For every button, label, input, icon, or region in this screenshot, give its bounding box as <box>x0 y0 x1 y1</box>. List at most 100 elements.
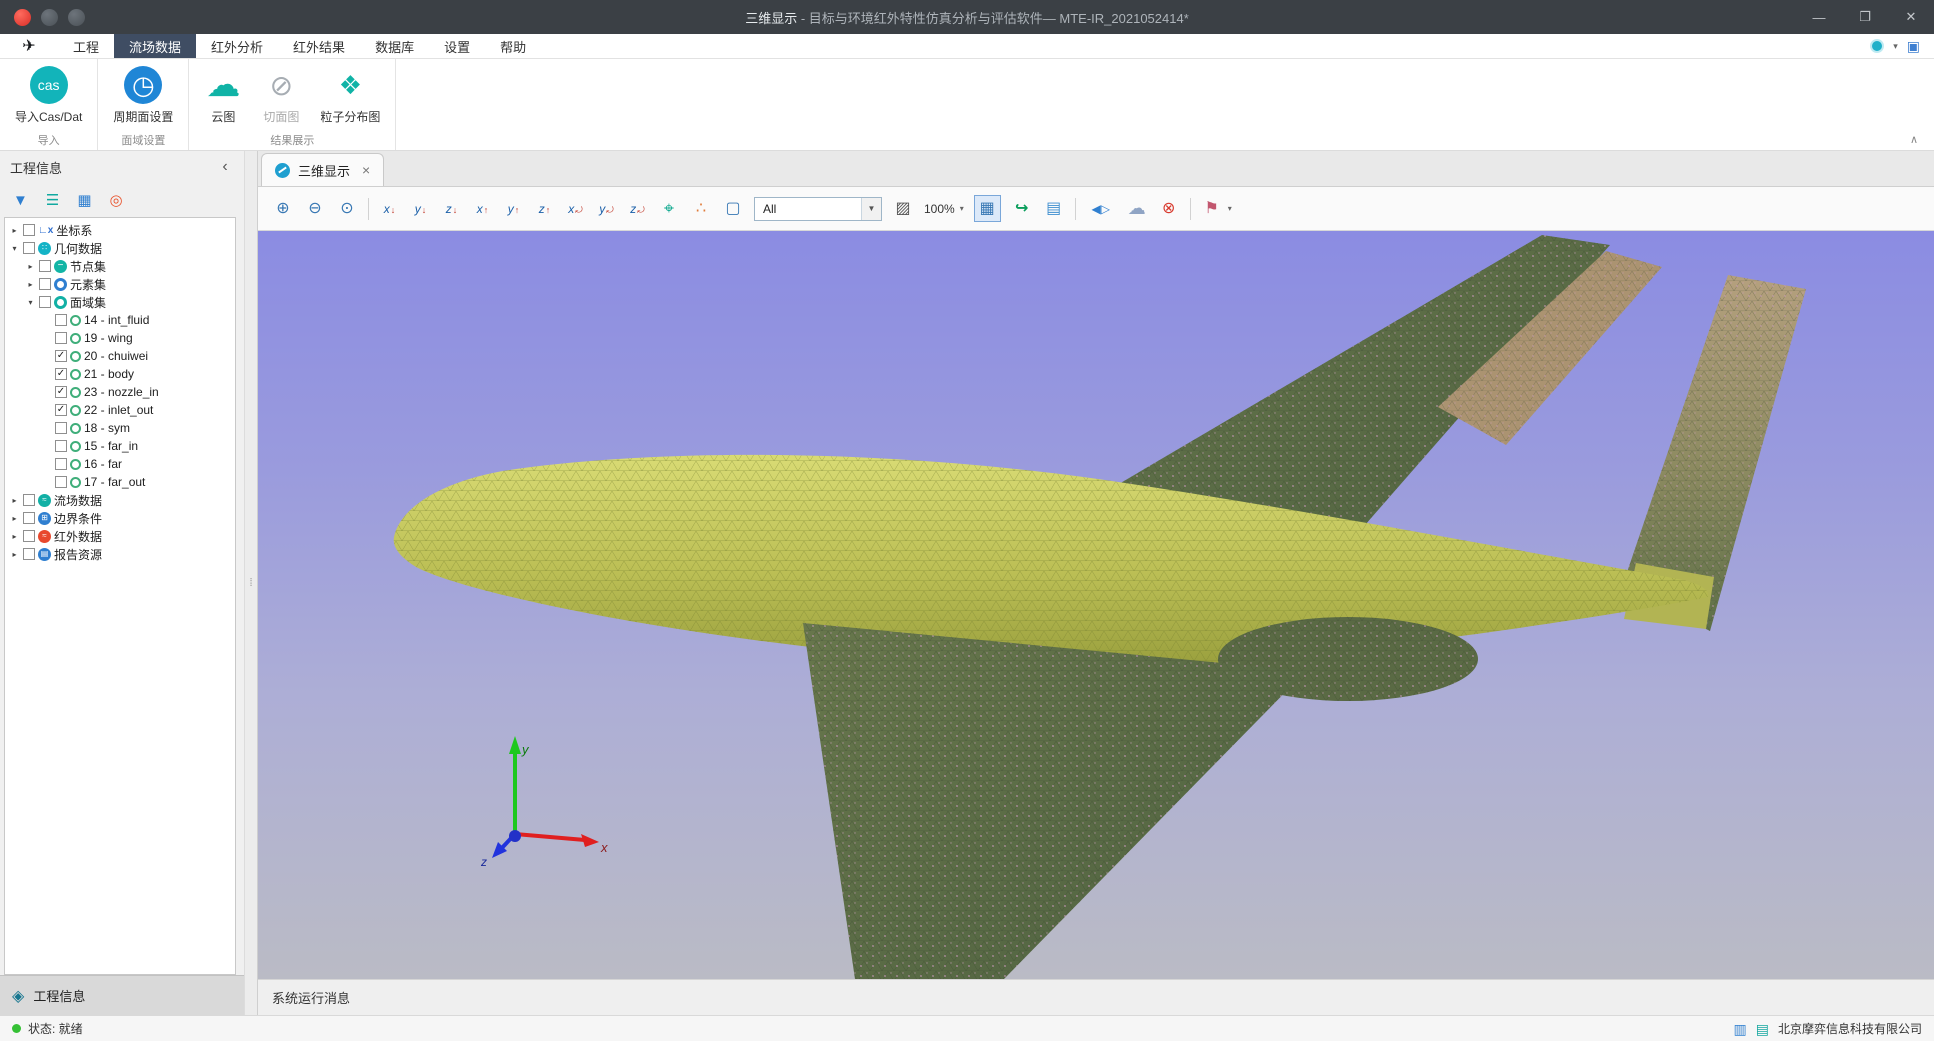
tree-item-surface-18-sym[interactable]: 18 - sym <box>5 419 235 437</box>
grid-icon[interactable] <box>77 193 91 208</box>
tree-item-flow-data[interactable]: ▸流场数据 <box>5 491 235 509</box>
tree-item-surface-16-far[interactable]: 16 - far <box>5 455 235 473</box>
app-quick-icon-1[interactable] <box>41 9 58 26</box>
tab-project[interactable]: 工程 <box>58 34 114 58</box>
tab-database[interactable]: 数据库 <box>360 34 429 58</box>
tree-item-infrared-data[interactable]: ▸红外数据 <box>5 527 235 545</box>
tab-flow-data[interactable]: 流场数据 <box>114 34 196 58</box>
tree-item-surface-20-chuiwei[interactable]: ✓20 - chuiwei <box>5 347 235 365</box>
tree-checkbox[interactable]: ✓ <box>55 350 67 362</box>
zoom-level-dropdown[interactable]: 100%▾ <box>924 202 964 216</box>
window-layout-icon[interactable]: ▣ <box>1907 39 1920 53</box>
flag-dropdown-icon[interactable]: ▾ <box>1201 201 1232 217</box>
tree-expand-icon[interactable]: ▸ <box>9 550 20 559</box>
tree-item-element-set[interactable]: ▸元素集 <box>5 275 235 293</box>
grid-toggle-icon[interactable] <box>974 195 1001 222</box>
tree-checkbox[interactable] <box>23 512 35 524</box>
tree-expand-icon[interactable]: ▾ <box>25 298 36 307</box>
close-button[interactable]: ✕ <box>1888 0 1934 34</box>
texture-icon[interactable] <box>892 201 914 217</box>
rotate-y-icon[interactable]: y⤾ <box>596 202 617 216</box>
tree-checkbox[interactable] <box>39 278 51 290</box>
molecule-icon[interactable] <box>690 201 712 217</box>
tree-item-surface-15-far-in[interactable]: 15 - far_in <box>5 437 235 455</box>
tab-ir-results[interactable]: 红外结果 <box>278 34 360 58</box>
ribbon-collapse-icon[interactable]: ∧ <box>1910 133 1918 146</box>
cloud-outline-icon[interactable] <box>1126 199 1148 218</box>
view-y-down-icon[interactable]: y↓ <box>410 202 431 216</box>
tree-checkbox[interactable] <box>55 440 67 452</box>
filter-icon[interactable] <box>13 193 28 208</box>
import-cas-dat-button[interactable]: cas导入Cas/Dat <box>6 63 91 128</box>
tree-checkbox[interactable] <box>55 422 67 434</box>
probe-icon[interactable] <box>658 199 680 218</box>
maximize-button[interactable]: ❐ <box>1842 0 1888 34</box>
target-icon[interactable] <box>110 193 123 208</box>
tree-checkbox[interactable] <box>39 296 51 308</box>
viewport-3d[interactable]: y x z <box>258 231 1934 979</box>
tab-settings[interactable]: 设置 <box>429 34 485 58</box>
particle-distribution-button[interactable]: 粒子分布图 <box>311 63 389 128</box>
zoom-fit-icon[interactable] <box>336 201 358 217</box>
tree-expand-icon[interactable]: ▸ <box>25 280 36 289</box>
box-select-icon[interactable] <box>722 201 744 217</box>
theme-dropdown-icon[interactable]: ▾ <box>1893 41 1898 52</box>
mirror-icon[interactable] <box>1086 201 1116 217</box>
list-icon[interactable] <box>46 193 59 208</box>
status-window-icon[interactable] <box>1734 1022 1747 1036</box>
view-x-down-icon[interactable]: x↓ <box>379 202 400 216</box>
zoom-out-icon[interactable] <box>304 201 326 217</box>
rotate-x-icon[interactable]: x⤾ <box>565 202 586 216</box>
tree-checkbox[interactable] <box>55 458 67 470</box>
minimize-button[interactable]: — <box>1796 0 1842 34</box>
theme-circle-icon[interactable] <box>1870 39 1884 53</box>
tree-item-surface-14-int-fluid[interactable]: 14 - int_fluid <box>5 311 235 329</box>
tree-expand-icon[interactable]: ▸ <box>9 226 20 235</box>
periodic-surface-button[interactable]: 周期面设置 <box>104 63 182 128</box>
contour-map-button[interactable]: 云图 <box>195 63 251 128</box>
panel-bottom-tab[interactable]: 工程信息 <box>33 986 85 1005</box>
view-z-down-icon[interactable]: z↓ <box>441 202 462 216</box>
tree-item-surface-23-nozzle-in[interactable]: ✓23 - nozzle_in <box>5 383 235 401</box>
tree-checkbox[interactable] <box>23 494 35 506</box>
tree-checkbox[interactable]: ✓ <box>55 404 67 416</box>
tree-checkbox[interactable] <box>55 314 67 326</box>
view-z-up-icon[interactable]: z↑ <box>534 202 555 216</box>
select-arrow-icon[interactable]: ▼ <box>861 198 881 220</box>
tab-help[interactable]: 帮助 <box>485 34 541 58</box>
tab-close-icon[interactable]: × <box>362 162 370 178</box>
tree-checkbox[interactable]: ✓ <box>55 368 67 380</box>
tree-checkbox[interactable] <box>23 548 35 560</box>
tree-item-surface-17-far-out[interactable]: 17 - far_out <box>5 473 235 491</box>
panel-collapse-icon[interactable]: ‹ <box>216 158 234 176</box>
snapshot-icon[interactable] <box>1043 201 1065 217</box>
display-filter-select[interactable]: All▼ <box>754 197 882 221</box>
remove-icon[interactable] <box>1158 201 1180 217</box>
tree-checkbox[interactable] <box>39 260 51 272</box>
rotate-z-icon[interactable]: z⤾ <box>627 202 648 216</box>
tree-item-node-set[interactable]: ▸节点集 <box>5 257 235 275</box>
tree-item-report-resources[interactable]: ▸报告资源 <box>5 545 235 563</box>
tree-expand-icon[interactable]: ▾ <box>9 244 20 253</box>
tree-expand-icon[interactable]: ▸ <box>25 262 36 271</box>
tree-item-face-set[interactable]: ▾面域集 <box>5 293 235 311</box>
tree-checkbox[interactable] <box>55 476 67 488</box>
record-button-icon[interactable] <box>14 9 31 26</box>
tree-item-surface-19-wing[interactable]: 19 - wing <box>5 329 235 347</box>
panel-splitter[interactable]: ⁞ <box>244 151 258 1015</box>
tree-item-boundary-conditions[interactable]: ▸边界条件 <box>5 509 235 527</box>
tree-item-surface-22-inlet-out[interactable]: ✓22 - inlet_out <box>5 401 235 419</box>
tree-checkbox[interactable] <box>55 332 67 344</box>
tab-3d-view[interactable]: 三维显示 × <box>261 153 384 186</box>
status-panel-icon[interactable] <box>1756 1022 1769 1036</box>
tree-expand-icon[interactable]: ▸ <box>9 496 20 505</box>
tab-ir-analysis[interactable]: 红外分析 <box>196 34 278 58</box>
tree-item-geometry-data[interactable]: ▾几何数据 <box>5 239 235 257</box>
app-quick-icon-2[interactable] <box>68 9 85 26</box>
tree-checkbox[interactable] <box>23 224 35 236</box>
tree-expand-icon[interactable]: ▸ <box>9 532 20 541</box>
tree-checkbox[interactable]: ✓ <box>55 386 67 398</box>
tree-expand-icon[interactable]: ▸ <box>9 514 20 523</box>
tree-item-coordinate-system[interactable]: ▸坐标系 <box>5 221 235 239</box>
view-y-up-icon[interactable]: y↑ <box>503 202 524 216</box>
